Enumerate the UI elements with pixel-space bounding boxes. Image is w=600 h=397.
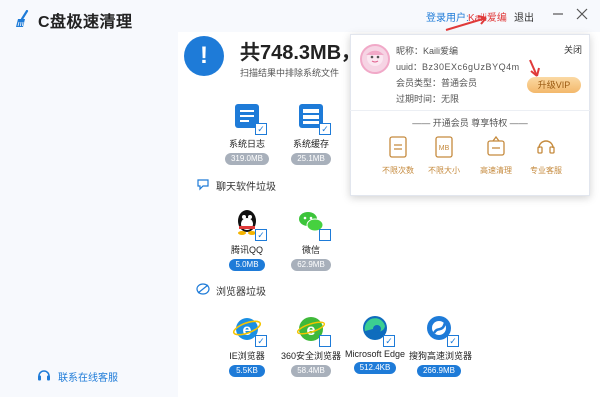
app-window: C盘极速清理 登录用户: Kaili爱编 退出 联系在线客服 ! 共748.3M… [0, 0, 600, 397]
annotation-arrows [445, 15, 540, 77]
